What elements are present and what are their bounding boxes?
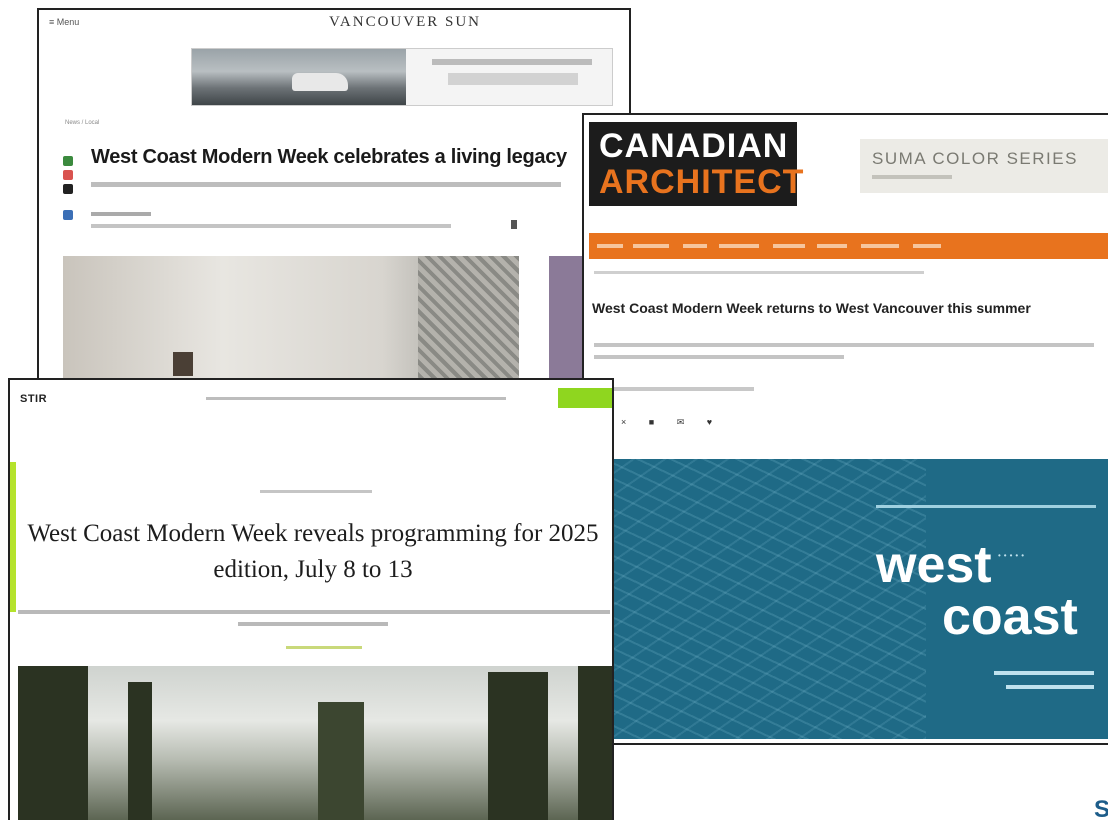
article-dek-line2 (238, 622, 388, 626)
nav-item[interactable] (633, 244, 669, 248)
site-logo[interactable]: STIR (20, 393, 47, 405)
vancouver-sun-screenshot: ≡ Menu VANCOUVER SUN News / Local West C… (37, 8, 631, 388)
article-headline: West Coast Modern Week reveals programmi… (27, 520, 599, 583)
site-logo[interactable]: CANADIAN ARCHITECT (589, 122, 803, 206)
ad-text-line (432, 59, 592, 65)
bookmark-icon[interactable] (511, 220, 517, 229)
ad-car-image (292, 73, 348, 91)
ad-text-block (448, 73, 578, 85)
house-sketch-illustration (606, 459, 926, 739)
share-whatsapp-icon[interactable] (63, 156, 73, 166)
logo-line-canadian: CANADIAN (599, 127, 789, 165)
image-caption (774, 743, 914, 745)
nav-item[interactable] (913, 244, 941, 248)
share-facebook-icon[interactable] (63, 210, 73, 220)
tree-silhouette (128, 682, 152, 820)
nav-item[interactable] (597, 244, 623, 248)
tree-silhouette (488, 672, 548, 820)
nav-item[interactable] (683, 244, 707, 248)
breadcrumb[interactable] (594, 271, 924, 274)
hero-word-west: west (876, 536, 992, 594)
tree-silhouette (318, 702, 364, 820)
chair-silhouette (173, 352, 193, 376)
forest-hero-image (18, 666, 612, 820)
share-email-icon[interactable] (63, 170, 73, 180)
article-dek (18, 610, 610, 614)
stone-wall (418, 256, 519, 386)
nav-item[interactable] (719, 244, 759, 248)
article-dek (594, 343, 1094, 347)
main-navigation (589, 233, 1108, 259)
social-share-icons[interactable]: f × ■ ✉ ♥ (596, 417, 722, 428)
banner-ad-text: SUMA COLOR SERIES (872, 149, 1078, 168)
nav-item[interactable] (817, 244, 847, 248)
nav-item[interactable] (861, 244, 899, 248)
advertisement-banner[interactable] (191, 48, 613, 106)
tree-silhouette (578, 666, 612, 820)
article-dek (91, 182, 561, 187)
article-dek-line2 (594, 355, 844, 359)
hero-kicker-text (876, 505, 1096, 508)
west-coast-hero-image: west ••••• coast (606, 459, 1108, 739)
hero-dots: ••••• (998, 551, 1028, 560)
main-navigation[interactable] (206, 397, 506, 400)
banner-ad-subtext (872, 175, 952, 179)
breadcrumb[interactable]: News / Local (65, 120, 99, 126)
hero-date-line (994, 671, 1094, 675)
stir-article-screenshot: STIR West Coast Modern Week reveals prog… (8, 378, 614, 820)
banner-advertisement[interactable]: SUMA COLOR SERIES (860, 139, 1108, 193)
share-x-icon[interactable] (63, 184, 73, 194)
site-header: ≡ Menu VANCOUVER SUN (39, 10, 629, 36)
canadian-architect-screenshot: CANADIAN ARCHITECT SUMA COLOR SERIES Wes… (582, 113, 1108, 745)
menu-button[interactable]: ≡ Menu (49, 17, 79, 27)
hero-word-coast: coast (942, 588, 1078, 646)
site-masthead[interactable]: VANCOUVER SUN (329, 14, 481, 31)
article-headline: West Coast Modern Week celebrates a livi… (91, 146, 567, 168)
author-credit[interactable] (286, 646, 362, 649)
article-byline[interactable] (91, 212, 151, 216)
nav-item[interactable] (773, 244, 805, 248)
hero-date-line-2 (1006, 685, 1094, 689)
tree-silhouette (18, 666, 88, 820)
article-tags[interactable] (260, 490, 372, 493)
article-headline: West Coast Modern Week returns to West V… (592, 300, 1031, 316)
logo-line-architect: ARCHITECT (599, 163, 805, 201)
article-hero-image (63, 256, 519, 386)
subscribe-button[interactable] (558, 388, 612, 408)
article-meta (594, 387, 754, 391)
article-meta (91, 224, 451, 228)
